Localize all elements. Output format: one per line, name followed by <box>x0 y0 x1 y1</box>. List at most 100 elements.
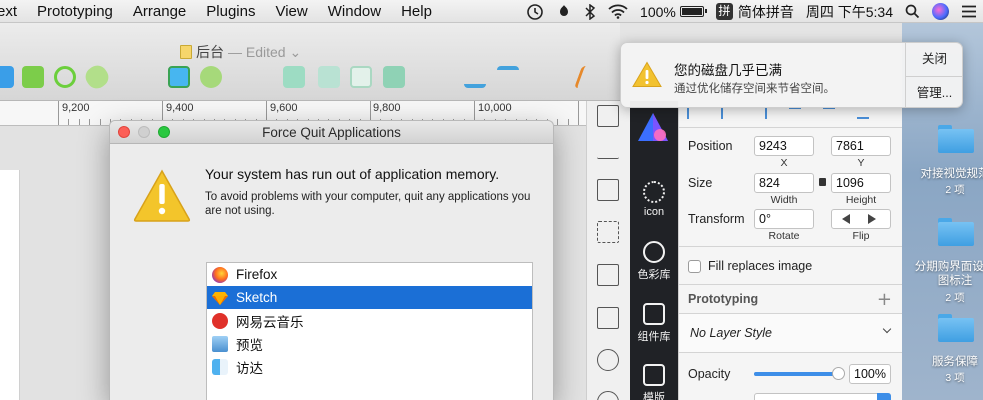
toolbar-subtract-icon[interactable] <box>318 66 340 88</box>
bluetooth-icon[interactable] <box>578 3 602 20</box>
notification-close-button[interactable]: 关闭 <box>906 43 962 76</box>
folder-icon[interactable] <box>938 125 974 153</box>
x-label: X <box>780 157 788 169</box>
force-quit-dialog: Force Quit Applications Your system has … <box>109 120 554 400</box>
align-right-icon[interactable] <box>755 107 767 119</box>
more-tool-icon[interactable] <box>597 391 619 400</box>
toolbar-link-icon[interactable] <box>81 61 113 93</box>
ruler-label: 10,000 <box>478 102 512 114</box>
align-top-icon[interactable] <box>789 107 801 119</box>
toolbar-difference-icon[interactable] <box>383 66 405 88</box>
export-tool-icon[interactable] <box>597 137 619 159</box>
time-machine-icon[interactable] <box>520 3 550 21</box>
app-name: Firefox <box>236 267 278 282</box>
flip-horizontal-icon[interactable] <box>842 214 850 224</box>
layer-style-select[interactable]: No Layer Style <box>679 314 903 352</box>
toolbar-shape-icon[interactable] <box>22 66 44 88</box>
align-center-icon[interactable] <box>721 107 733 119</box>
ruler-label: 9,400 <box>166 102 194 114</box>
lock-icon[interactable] <box>819 178 826 186</box>
spotlight-icon[interactable] <box>899 4 926 19</box>
apple-music-icon[interactable] <box>550 4 578 20</box>
battery-status[interactable]: 100% <box>634 4 710 20</box>
clock[interactable]: 周四 下午5:34 <box>800 2 899 22</box>
ruler-tick <box>567 119 569 125</box>
width-field[interactable]: 824 <box>754 173 814 193</box>
ruler-tick <box>58 101 59 125</box>
menu-help[interactable]: Help <box>391 3 442 20</box>
notification-manage-button[interactable]: 管理... <box>906 76 962 107</box>
ruler-tick <box>578 101 579 125</box>
menu-text[interactable]: ext <box>0 3 27 20</box>
opacity-slider[interactable] <box>754 367 845 380</box>
height-field[interactable]: 1096 <box>831 173 891 193</box>
toolbar-intersect-icon[interactable] <box>350 66 372 88</box>
star-tool-icon[interactable] <box>597 307 619 329</box>
app-row-preview[interactable]: 预览 <box>207 332 532 355</box>
siri-icon[interactable] <box>926 3 955 20</box>
toolbar-forward-icon[interactable] <box>464 66 486 88</box>
toolbar-refresh-icon[interactable] <box>54 66 76 88</box>
flip-buttons[interactable] <box>831 209 891 229</box>
toolbar-tool-icon[interactable] <box>0 66 14 88</box>
palette-icon <box>643 241 665 263</box>
artboard[interactable] <box>0 170 20 400</box>
app-row-sketch[interactable]: Sketch <box>207 286 532 309</box>
plugin-item-icon[interactable]: icon <box>630 181 678 218</box>
crop-tool-icon[interactable] <box>597 105 619 127</box>
align-middle-icon[interactable] <box>823 107 835 119</box>
plugin-item-colors[interactable]: 色彩库 <box>630 241 678 282</box>
prototyping-section-title: Prototyping <box>688 292 759 306</box>
color-tool-icon[interactable] <box>597 349 619 371</box>
ruler-tick <box>78 119 80 125</box>
opacity-field[interactable]: 100% <box>849 364 891 384</box>
rotate-field[interactable]: 0° <box>754 209 814 229</box>
plugin-item-templates[interactable]: 模版 <box>630 364 678 400</box>
folder-label[interactable]: 分期购界面设计图标注 <box>910 260 983 288</box>
toolbar-union-icon[interactable] <box>283 66 305 88</box>
size-label: Size <box>688 176 713 190</box>
app-row-finder[interactable]: 访达 <box>207 355 532 378</box>
menu-prototyping[interactable]: Prototyping <box>27 3 123 20</box>
notification-center-icon[interactable] <box>955 5 983 18</box>
edited-status[interactable]: — Edited ⌄ <box>228 44 301 61</box>
toolbar-mask-icon[interactable] <box>200 66 222 88</box>
resize-tool-icon[interactable] <box>597 221 619 243</box>
plugin-tool-strip <box>586 101 630 400</box>
opacity-slider-knob[interactable] <box>832 367 845 380</box>
toolbar-backward-icon[interactable] <box>497 66 519 88</box>
wifi-icon[interactable] <box>602 4 634 19</box>
flip-vertical-icon[interactable] <box>868 214 876 224</box>
disk-full-notification[interactable]: 您的磁盘几乎已满 通过优化储存空间来节省空间。 关闭 管理... <box>620 42 963 108</box>
input-method[interactable]: 拼 简体拼音 <box>710 2 800 22</box>
folder-icon[interactable] <box>938 314 974 342</box>
app-row-firefox[interactable]: Firefox <box>207 263 532 286</box>
toolbar-pen-icon[interactable] <box>573 66 605 88</box>
store-tool-icon[interactable] <box>597 179 619 201</box>
folder-count: 2 项 <box>945 292 965 304</box>
menu-window[interactable]: Window <box>318 3 391 20</box>
x-field[interactable]: 9243 <box>754 136 814 156</box>
y-field[interactable]: 7861 <box>831 136 891 156</box>
menu-plugins[interactable]: Plugins <box>196 3 265 20</box>
align-left-icon[interactable] <box>687 107 699 119</box>
layout-tool-icon[interactable] <box>597 264 619 286</box>
blending-select[interactable] <box>754 393 891 400</box>
battery-percent: 100% <box>640 3 676 20</box>
folder-label[interactable]: 对接视觉规范 <box>910 167 983 181</box>
fill-replaces-checkbox[interactable] <box>688 260 701 273</box>
menu-arrange[interactable]: Arrange <box>123 3 196 20</box>
dialog-title: Force Quit Applications <box>262 125 401 140</box>
app-name: 网易云音乐 <box>236 314 304 330</box>
ruler-tick <box>99 119 101 125</box>
menu-view[interactable]: View <box>265 3 317 20</box>
folder-label[interactable]: 服务保障 <box>910 355 983 369</box>
align-bottom-icon[interactable] <box>857 107 869 119</box>
plugin-item-components[interactable]: 组件库 <box>630 303 678 344</box>
folder-icon[interactable] <box>938 218 974 246</box>
app-row-netease-music[interactable]: 网易云音乐 <box>207 309 532 332</box>
opacity-slider-fill <box>754 372 839 376</box>
add-prototyping-icon[interactable]: + <box>877 289 892 310</box>
toolbar-symbol-icon[interactable] <box>168 66 190 88</box>
blending-stepper[interactable] <box>877 393 891 400</box>
